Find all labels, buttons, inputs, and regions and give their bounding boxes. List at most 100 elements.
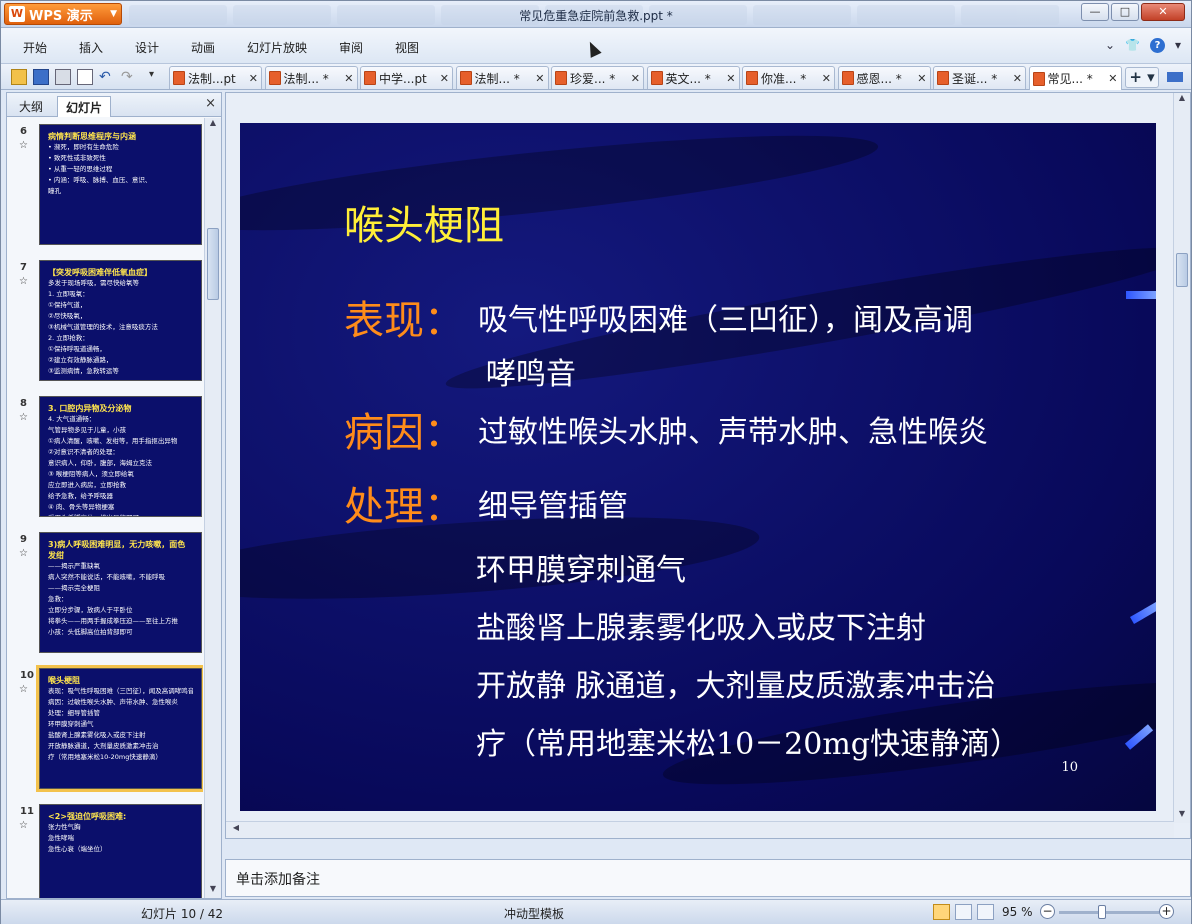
- current-slide[interactable]: 喉头梗阻 表现： 吸气性呼吸困难（三凹征），闻及高调 哮鸣音 病因： 过敏性喉头水肿…: [240, 123, 1156, 811]
- tab-close-icon[interactable]: ✕: [440, 72, 449, 85]
- scroll-thumb[interactable]: [1176, 253, 1188, 287]
- doc-tab[interactable]: 法制...pt ✕: [169, 66, 262, 89]
- zoom-slider-track[interactable]: [1059, 911, 1159, 914]
- notes-area[interactable]: 单击添加备注: [225, 859, 1191, 897]
- zoom-in-icon[interactable]: +: [1159, 904, 1174, 919]
- thumbnail-line: 张力性气胸: [48, 823, 81, 831]
- thumbnail-line: 多发于现场呼吸，需尽快给氧等: [48, 279, 139, 287]
- doc-tab[interactable]: 圣诞... * ✕: [933, 66, 1026, 89]
- menu-view[interactable]: 视图: [395, 39, 419, 56]
- tab-close-icon[interactable]: ✕: [344, 72, 353, 85]
- scroll-down-icon[interactable]: ▼: [1174, 809, 1190, 823]
- menu-review[interactable]: 审阅: [339, 39, 363, 56]
- doc-tab[interactable]: 中学...pt ✕: [360, 66, 453, 89]
- slide-item-symptom-cont[interactable]: 哮鸣音: [486, 353, 576, 397]
- slide-thumbnail[interactable]: 3)病人呼吸困难明显，无力咳嗽，面色发绀 ——揭示严重缺氧 病人突然不能说话，不能咳…: [39, 532, 202, 653]
- slide-sorter-icon[interactable]: [955, 904, 972, 920]
- doc-tab[interactable]: 你准... * ✕: [742, 66, 835, 89]
- ppt-file-icon: [555, 71, 567, 85]
- customize-toolbar-icon[interactable]: ▾: [149, 69, 165, 85]
- tab-outline[interactable]: 大纲: [11, 96, 51, 117]
- tab-close-icon[interactable]: ✕: [1108, 72, 1117, 85]
- maximize-button[interactable]: □: [1111, 3, 1139, 21]
- scroll-down-icon[interactable]: ▼: [205, 884, 221, 898]
- menu-design[interactable]: 设计: [135, 39, 159, 56]
- normal-view-icon[interactable]: [933, 904, 950, 920]
- scroll-up-icon[interactable]: ▲: [1174, 93, 1190, 107]
- menu-animation[interactable]: 动画: [191, 39, 215, 56]
- thumbnail-line: ——揭示严重缺氧: [48, 562, 100, 570]
- thumbnail-scrollbar[interactable]: ▲ ▼: [204, 118, 221, 898]
- undo-icon[interactable]: ↶: [99, 69, 115, 85]
- slide-thumbnail[interactable]: 病情判断思维程序与内涵 • 濒死，即时有生命危险 • 致死性或非致死性 • 从重一轻的…: [39, 124, 202, 245]
- scroll-left-icon[interactable]: ◀: [228, 823, 244, 837]
- slide-line[interactable]: 环甲膜穿刺通气: [476, 549, 686, 593]
- animation-star-icon: ☆: [19, 412, 28, 423]
- doc-tab[interactable]: 感恩... * ✕: [837, 66, 931, 89]
- slide-item-cause[interactable]: 病因： 过敏性喉头水肿、声带水肿、急性喉炎: [344, 411, 988, 455]
- doc-tab[interactable]: 常见... * ✕: [1028, 66, 1122, 90]
- pane-close-icon[interactable]: ×: [205, 96, 216, 111]
- thumbnail-line: 急性心衰（端坐位）: [48, 845, 107, 853]
- thumbnail-line: 病因：过敏性喉头水肿、声带水肿、急性喉炎: [48, 698, 178, 706]
- skin-icon[interactable]: 👕: [1125, 38, 1140, 53]
- slide-line[interactable]: 盐酸肾上腺素雾化吸入或皮下注射: [476, 607, 926, 651]
- tab-close-icon[interactable]: ✕: [726, 72, 735, 85]
- zoom-slider-knob[interactable]: [1098, 905, 1106, 919]
- tab-slides[interactable]: 幻灯片: [57, 96, 112, 117]
- slide-editor: 喉头梗阻 表现： 吸气性呼吸困难（三凹征），闻及高调 哮鸣音 病因： 过敏性喉头水肿…: [225, 92, 1191, 839]
- slide-thumbnail[interactable]: <2>强迫位呼吸困难: 张力性气胸 急性哮喘 急性心衰（端坐位）: [39, 804, 202, 898]
- collapse-ribbon-icon[interactable]: ⌄: [1105, 38, 1115, 53]
- save-icon[interactable]: [33, 69, 49, 85]
- ppt-file-icon: [1032, 71, 1045, 86]
- thumbnail-line: ②对意识不清者的处理：: [48, 448, 119, 456]
- doc-tab[interactable]: 法制... * ✕: [264, 66, 358, 89]
- tab-close-icon[interactable]: ✕: [631, 72, 640, 85]
- animation-star-icon: ☆: [19, 140, 28, 151]
- thumbnail-number: 7: [20, 262, 27, 273]
- print-preview-icon[interactable]: [77, 69, 93, 85]
- slide-item-treatment[interactable]: 处理： 细导管插管: [344, 485, 628, 529]
- minimize-button[interactable]: —: [1081, 3, 1109, 21]
- scroll-up-icon[interactable]: ▲: [205, 118, 221, 132]
- tab-list-icon[interactable]: [1167, 72, 1183, 82]
- slide-line[interactable]: 疗（常用地塞米松10－20mg快速静滴）: [476, 723, 1020, 767]
- slideshow-view-icon[interactable]: [977, 904, 994, 920]
- open-icon[interactable]: [11, 69, 27, 85]
- slide-hscrollbar[interactable]: ◀: [226, 821, 1174, 838]
- menu-home[interactable]: 开始: [23, 39, 47, 56]
- slide-title[interactable]: 喉头梗阻: [344, 193, 504, 251]
- item-key: 病因：: [344, 410, 464, 456]
- close-button[interactable]: ✕: [1141, 3, 1185, 21]
- menu-insert[interactable]: 插入: [79, 39, 103, 56]
- doc-tab[interactable]: 珍爱... * ✕: [551, 66, 644, 89]
- tab-close-icon[interactable]: ✕: [535, 72, 544, 85]
- print-icon[interactable]: [55, 69, 71, 85]
- slide-thumbnail[interactable]: 【突发呼吸困难伴低氧血症】 多发于现场呼吸，需尽快给氧等 1. 立即吸氧： ①保持气…: [39, 260, 202, 381]
- thumbnail-title: 病情判断思维程序与内涵: [48, 132, 136, 141]
- thumbnail-title: <2>强迫位呼吸困难:: [48, 812, 127, 821]
- thumbnail-line: ④ 肉、骨头等异物梗塞: [48, 503, 115, 511]
- slide-item-symptom[interactable]: 表现： 吸气性呼吸困难（三凹征），闻及高调: [344, 299, 973, 343]
- tab-close-icon[interactable]: ✕: [917, 72, 926, 85]
- help-icon[interactable]: ?: [1149, 38, 1165, 53]
- scroll-thumb[interactable]: [207, 228, 219, 300]
- help-dropdown-icon[interactable]: ▾: [1175, 38, 1181, 53]
- thumbnail-line: 开放静脉通道，大剂量皮质激素冲击治: [48, 742, 159, 750]
- menu-slideshow[interactable]: 幻灯片放映: [247, 39, 307, 56]
- tab-close-icon[interactable]: ✕: [249, 72, 258, 85]
- thumbnail-line: 盐酸肾上腺素雾化吸入或皮下注射: [48, 731, 146, 739]
- slide-line[interactable]: 开放静 脉通道，大剂量皮质激素冲击治: [476, 665, 996, 709]
- tab-close-icon[interactable]: ✕: [1013, 72, 1022, 85]
- slide-thumbnail[interactable]: 3. 口腔内异物及分泌物 4. 大气道通畅： 气管异物多见于儿童，小孩 ①病人清醒…: [39, 396, 202, 517]
- thumbnail-line: • 濒死，即时有生命危险: [48, 143, 119, 151]
- tab-close-icon[interactable]: ✕: [822, 72, 831, 85]
- zoom-out-icon[interactable]: −: [1040, 904, 1055, 919]
- doc-tab-label: 圣诞... *: [952, 71, 998, 86]
- doc-tab[interactable]: 英文... * ✕: [646, 66, 740, 89]
- slide-thumbnail[interactable]: 喉头梗阻 表现：吸气性呼吸困难（三凹征），闻及高调哮鸣音 病因：过敏性喉头水肿、声带…: [36, 665, 203, 792]
- slide-vscrollbar[interactable]: ▲ ▼: [1173, 93, 1190, 823]
- redo-icon[interactable]: ↷: [121, 69, 137, 85]
- doc-tab[interactable]: 法制... * ✕: [455, 66, 549, 89]
- new-tab-button[interactable]: + ▾: [1125, 67, 1159, 88]
